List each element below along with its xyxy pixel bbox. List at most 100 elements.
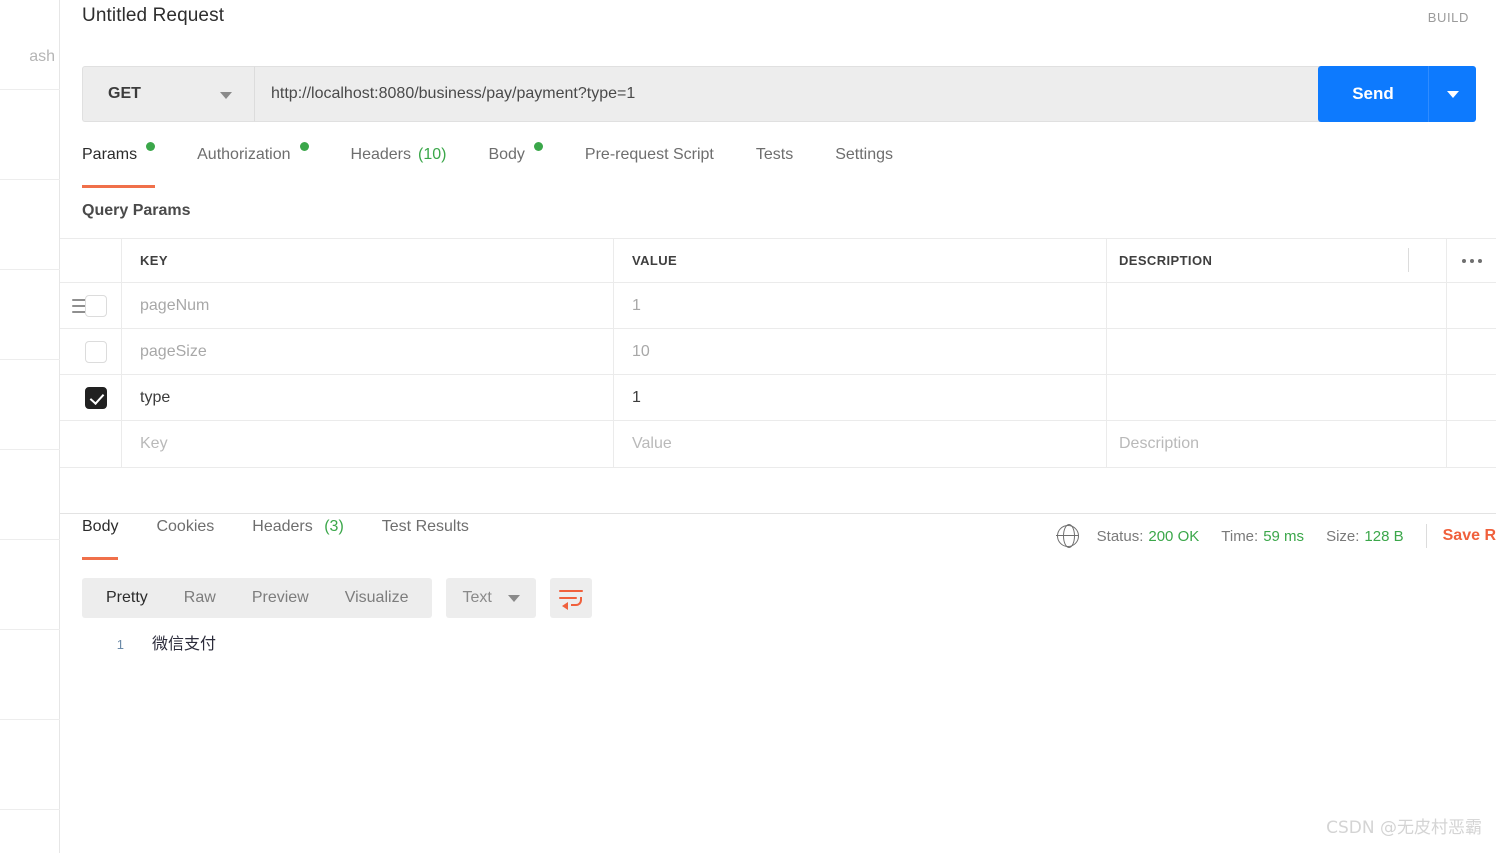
page-title: Untitled Request bbox=[82, 5, 225, 26]
active-tab-underline bbox=[82, 185, 156, 188]
tab-response-body-label: Body bbox=[82, 518, 119, 535]
response-meta: Status: 200 OK Time: 59 ms Size: 128 B Save… bbox=[1056, 524, 1496, 549]
sidebar-divider bbox=[0, 449, 60, 450]
http-method-label: GET bbox=[108, 85, 141, 102]
tab-settings[interactable]: Settings bbox=[835, 146, 893, 188]
chevron-down-icon bbox=[220, 92, 232, 99]
tab-response-headers-count: (3) bbox=[324, 518, 344, 535]
view-mode-visualize[interactable]: Visualize bbox=[327, 578, 427, 618]
more-options-icon bbox=[1461, 258, 1482, 263]
sidebar-divider bbox=[0, 269, 60, 270]
sidebar-divider bbox=[0, 629, 60, 630]
view-mode-pretty[interactable]: Pretty bbox=[88, 578, 166, 618]
tab-response-body[interactable]: Body bbox=[82, 518, 119, 560]
build-label: BUILD bbox=[1427, 10, 1469, 25]
new-row-key-input[interactable]: Key bbox=[122, 421, 614, 467]
row-value-input[interactable]: 1 bbox=[614, 375, 1107, 420]
word-wrap-icon bbox=[558, 590, 583, 593]
row-description-input[interactable] bbox=[1107, 375, 1447, 420]
tab-body[interactable]: Body bbox=[488, 142, 543, 188]
sidebar-divider bbox=[0, 89, 60, 90]
row-value-input[interactable]: 10 bbox=[614, 329, 1107, 374]
new-row-value-input[interactable]: Value bbox=[614, 421, 1107, 467]
request-tabs: Params Authorization Headers (10) Body P… bbox=[82, 142, 1496, 188]
sidebar-divider bbox=[0, 719, 60, 720]
request-builder-panel: Untitled Request BUILD GET http://localh… bbox=[60, 0, 1496, 853]
code-line: 1 微信支付 bbox=[82, 630, 1482, 654]
send-options-button[interactable] bbox=[1428, 66, 1476, 122]
row-actions bbox=[1447, 375, 1496, 420]
row-enabled-checkbox[interactable] bbox=[85, 340, 107, 363]
row-value-input[interactable]: 1 bbox=[614, 283, 1107, 328]
row-description-input[interactable] bbox=[1107, 329, 1447, 374]
tab-params[interactable]: Params bbox=[82, 142, 156, 188]
row-checkbox-cell bbox=[60, 375, 122, 420]
row-key-input[interactable]: pageSize bbox=[122, 329, 614, 374]
view-mode-preview[interactable]: Preview bbox=[234, 578, 327, 618]
size-value: 128 B bbox=[1364, 527, 1404, 545]
sidebar-divider bbox=[0, 179, 60, 180]
table-row: pageNum 1 bbox=[60, 283, 1496, 329]
tab-response-headers[interactable]: Headers (3) bbox=[252, 518, 344, 560]
response-separator bbox=[60, 513, 1496, 514]
has-content-dot-icon bbox=[299, 142, 309, 151]
tab-body-label: Body bbox=[488, 146, 525, 163]
header-cell-description: DESCRIPTION bbox=[1107, 239, 1447, 282]
status-readout: Status: 200 OK bbox=[1097, 528, 1200, 545]
query-params-table: KEY VALUE DESCRIPTION pageNum 1 pageSize… bbox=[60, 238, 1496, 468]
tab-authorization[interactable]: Authorization bbox=[197, 142, 309, 188]
table-options-button[interactable] bbox=[1447, 239, 1496, 282]
tab-tests[interactable]: Tests bbox=[756, 146, 793, 188]
row-actions bbox=[1447, 421, 1496, 467]
http-method-select[interactable]: GET bbox=[82, 66, 254, 122]
tab-pre-request-script[interactable]: Pre-request Script bbox=[585, 146, 714, 188]
row-checkbox-cell bbox=[60, 329, 122, 374]
line-number: 1 bbox=[116, 637, 124, 652]
row-checkbox-cell bbox=[60, 283, 122, 328]
header-cell-checkbox bbox=[60, 239, 122, 282]
row-enabled-checkbox[interactable] bbox=[85, 386, 107, 409]
response-format-select[interactable]: Text bbox=[446, 578, 536, 618]
table-placeholder-row: Key Value Description bbox=[60, 421, 1496, 467]
table-row: pageSize 10 bbox=[60, 329, 1496, 375]
sidebar: ash bbox=[0, 0, 60, 853]
status-label: Status: bbox=[1096, 527, 1144, 545]
row-actions bbox=[1447, 329, 1496, 374]
chevron-down-icon bbox=[507, 594, 520, 602]
postman-window: ash Untitled Request BUILD GET http://lo… bbox=[0, 0, 1496, 853]
tab-headers-label: Headers bbox=[350, 146, 411, 163]
word-wrap-toggle-button[interactable] bbox=[549, 578, 592, 618]
row-enabled-checkbox[interactable] bbox=[85, 294, 107, 317]
view-mode-raw[interactable]: Raw bbox=[166, 578, 234, 618]
save-response-button[interactable]: Save R bbox=[1443, 527, 1496, 545]
response-body-viewer[interactable]: 1 微信支付 bbox=[82, 630, 1482, 654]
tab-response-cookies-label: Cookies bbox=[156, 518, 215, 535]
url-input[interactable]: http://localhost:8080/business/pay/payme… bbox=[254, 66, 1466, 122]
time-readout: Time: 59 ms bbox=[1221, 528, 1304, 545]
row-key-input[interactable]: type bbox=[122, 375, 614, 420]
header-cell-value: VALUE bbox=[614, 239, 1107, 282]
new-row-description-input[interactable]: Description bbox=[1107, 421, 1447, 467]
row-key-input[interactable]: pageNum bbox=[122, 283, 614, 328]
send-button-group: Send bbox=[1318, 66, 1476, 122]
tab-headers[interactable]: Headers (10) bbox=[351, 146, 447, 188]
url-bar: GET http://localhost:8080/business/pay/p… bbox=[82, 66, 1466, 122]
tab-tests-label: Tests bbox=[755, 146, 794, 163]
time-label: Time: bbox=[1221, 527, 1259, 545]
sidebar-divider bbox=[0, 539, 60, 540]
table-row: type 1 bbox=[60, 375, 1496, 421]
size-label: Size: bbox=[1326, 527, 1360, 545]
tab-response-cookies[interactable]: Cookies bbox=[156, 518, 214, 560]
header-cell-key: KEY bbox=[122, 239, 614, 282]
request-header: Untitled Request BUILD bbox=[60, 0, 1496, 40]
tab-response-headers-label: Headers bbox=[252, 518, 313, 535]
row-description-input[interactable] bbox=[1107, 283, 1447, 328]
tab-settings-label: Settings bbox=[835, 146, 894, 163]
tab-headers-count: (10) bbox=[418, 146, 447, 163]
table-header-row: KEY VALUE DESCRIPTION bbox=[60, 239, 1496, 283]
send-button[interactable]: Send bbox=[1318, 66, 1428, 122]
tab-test-results[interactable]: Test Results bbox=[382, 518, 469, 560]
response-tabs: Body Cookies Headers (3) Test Results bbox=[82, 518, 507, 560]
tab-authorization-label: Authorization bbox=[197, 146, 291, 163]
tab-test-results-label: Test Results bbox=[381, 518, 469, 535]
